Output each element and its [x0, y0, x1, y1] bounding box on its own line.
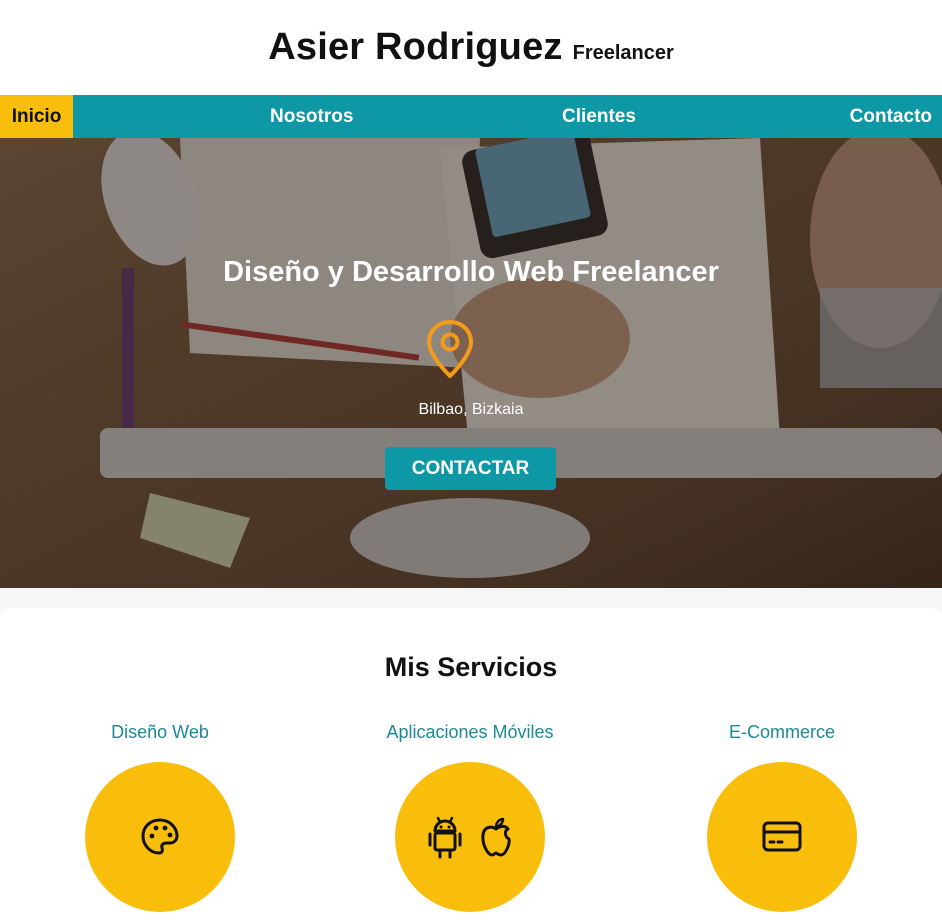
nav-item-contacto[interactable]: Contacto — [850, 95, 932, 138]
brand-name: Asier Rodriguez — [268, 26, 563, 68]
brand-role: Freelancer — [572, 42, 674, 64]
service-item-aplicaciones-moviles: Aplicaciones Móviles — [340, 722, 600, 912]
service-icon-circle — [395, 762, 545, 912]
service-icon-circle — [707, 762, 857, 912]
service-label: Aplicaciones Móviles — [386, 722, 554, 742]
map-pin-icon — [427, 320, 473, 378]
services-title: Mis Servicios — [384, 652, 558, 682]
credit-card-icon — [762, 821, 802, 852]
nav-item-inicio[interactable]: Inicio — [0, 95, 73, 138]
site-header: Asier Rodriguez Freelancer — [0, 0, 942, 95]
hero-location: Bilbao, Bizkaia — [418, 401, 524, 418]
contact-button[interactable]: CONTACTAR — [385, 447, 556, 490]
hero-content: Diseño y Desarrollo Web Freelancer Bilba… — [0, 138, 942, 588]
main-nav: Inicio Nosotros Clientes Contacto — [0, 95, 942, 138]
service-label: Diseño Web — [111, 722, 209, 742]
nav-item-nosotros[interactable]: Nosotros — [270, 95, 353, 138]
android-icon — [428, 816, 462, 859]
service-icon-circle — [85, 762, 235, 912]
brand: Asier Rodriguez Freelancer — [268, 26, 674, 69]
apple-icon — [481, 817, 511, 857]
service-label: E-Commerce — [728, 722, 835, 742]
nav-item-clientes[interactable]: Clientes — [562, 95, 636, 138]
hero-title: Diseño y Desarrollo Web Freelancer — [223, 256, 719, 288]
hero-section: Diseño y Desarrollo Web Freelancer Bilba… — [0, 138, 942, 588]
service-item-diseno-web: Diseño Web — [30, 722, 290, 912]
services-section: Mis Servicios Diseño Web Aplicaciones Mó… — [0, 608, 942, 924]
palette-icon — [141, 818, 179, 855]
service-item-e-commerce: E-Commerce — [652, 722, 912, 912]
